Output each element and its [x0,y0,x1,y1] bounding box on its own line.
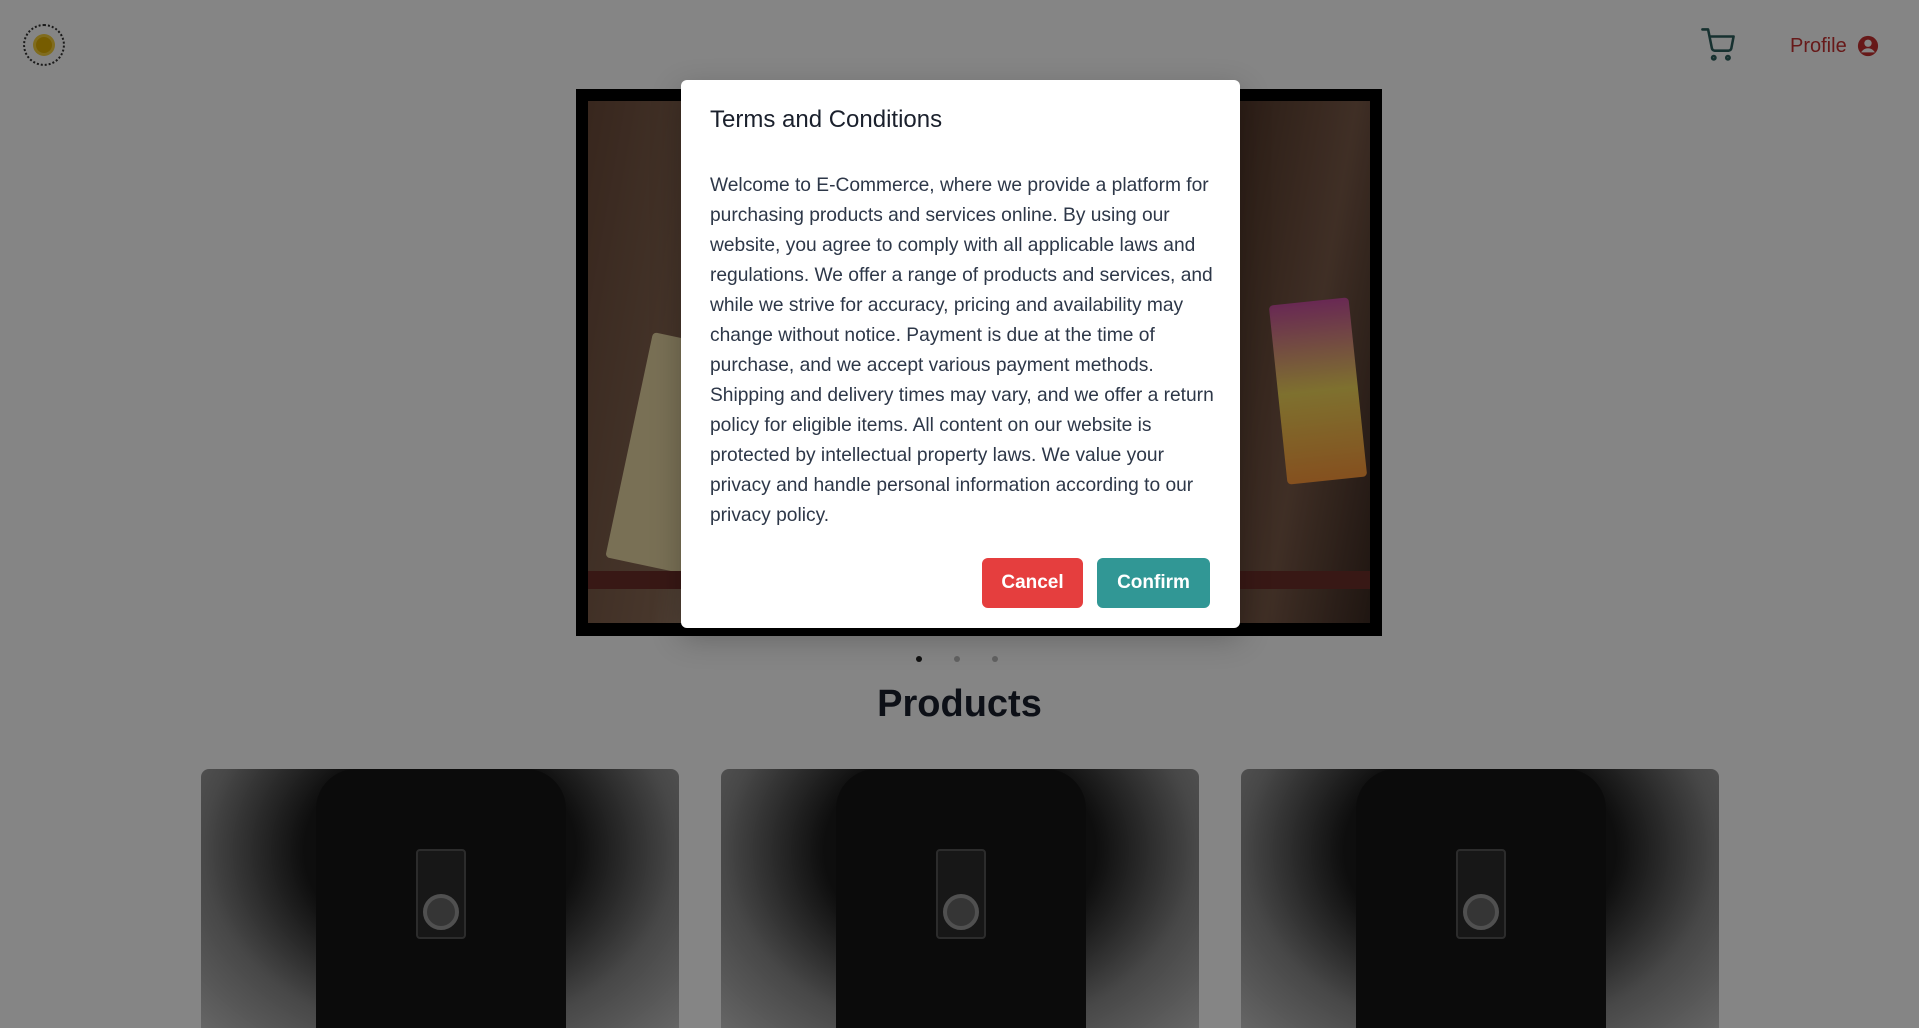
cancel-button[interactable]: Cancel [982,558,1083,608]
modal-title: Terms and Conditions [710,106,943,133]
modal-body-text: Welcome to E-Commerce, where we provide … [710,175,1214,526]
terms-modal: Terms and Conditions Welcome to E-Commer… [681,80,1240,628]
confirm-button[interactable]: Confirm [1097,558,1210,608]
